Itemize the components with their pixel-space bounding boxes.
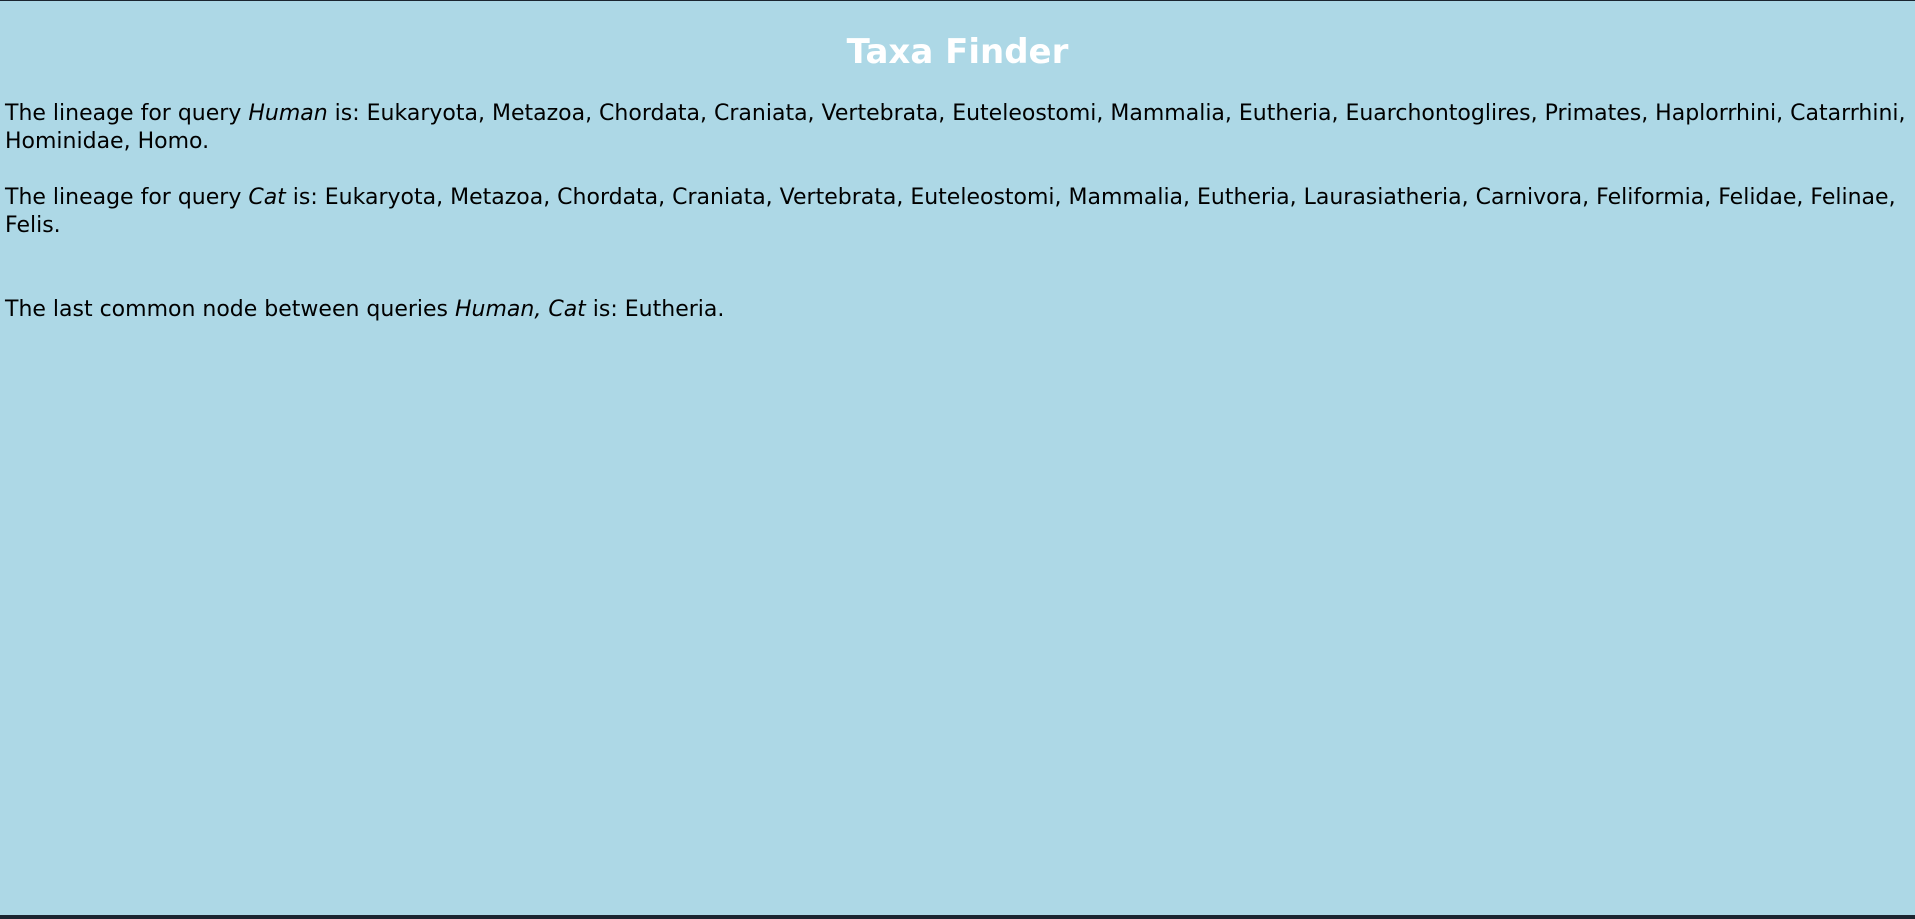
page-body: Taxa Finder The lineage for query Human …: [0, 1, 1915, 915]
human-lineage-result: The lineage for query Human is: Eukaryot…: [0, 100, 1915, 156]
human-lineage-prefix: The lineage for query: [5, 101, 249, 126]
common-node-prefix: The last common node between queries: [5, 297, 456, 322]
cat-lineage-prefix: The lineage for query: [5, 185, 249, 210]
common-node-result: The last common node between queries Hum…: [0, 296, 1915, 324]
common-node-value: is: Eutheria.: [585, 297, 725, 322]
common-queries-names: Human, Cat: [455, 297, 586, 322]
cat-lineage-list: is: Eukaryota, Metazoa, Chordata, Crania…: [5, 185, 1896, 238]
cat-query-name: Cat: [248, 185, 286, 210]
human-query-name: Human: [248, 101, 328, 126]
page-title: Taxa Finder: [846, 32, 1069, 72]
cat-lineage-result: The lineage for query Cat is: Eukaryota,…: [0, 184, 1915, 240]
